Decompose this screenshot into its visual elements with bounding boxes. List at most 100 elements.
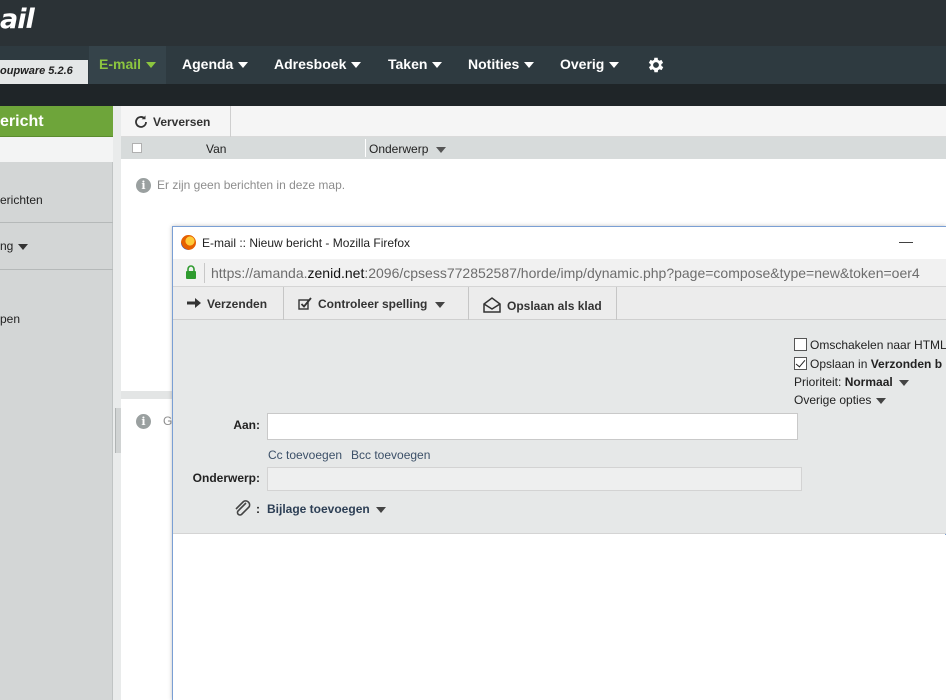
window-title: E-mail :: Nieuw bericht - Mozilla Firefo… <box>202 236 411 250</box>
lock-icon <box>186 265 196 279</box>
sidebar-item-folders[interactable]: pen <box>0 312 20 326</box>
html-toggle-checkbox[interactable] <box>794 338 807 351</box>
menu-agenda-label: Agenda <box>182 56 234 72</box>
send-label: Verzenden <box>207 297 268 311</box>
compose-header-area: Omschakelen naar HTML Opslaan in Verzond… <box>173 320 946 534</box>
new-message-button[interactable]: ericht <box>0 106 113 137</box>
add-cc-link[interactable]: Cc toevoegen <box>268 448 342 462</box>
menubar-shadow-strip <box>0 84 946 106</box>
column-from[interactable]: Van <box>206 142 226 156</box>
save-sent-checkbox[interactable] <box>794 357 807 370</box>
chevron-down-icon <box>146 62 157 69</box>
to-label: Aan: <box>233 418 260 432</box>
menu-notities[interactable]: Notities <box>468 46 535 84</box>
chevron-down-icon <box>432 62 443 69</box>
refresh-label: Verversen <box>153 115 211 129</box>
info-icon: i <box>136 414 151 429</box>
add-attachment-link[interactable]: Bijlage toevoegen <box>267 502 386 516</box>
menu-taken[interactable]: Taken <box>388 46 443 84</box>
priority-label: Prioriteit: <box>794 375 845 389</box>
info-icon: i <box>136 178 151 193</box>
chevron-down-icon <box>238 62 249 69</box>
menu-agenda[interactable]: Agenda <box>182 46 249 84</box>
compose-toolbar: Verzenden Controleer spelling Opslaan al… <box>173 287 946 320</box>
chevron-down-icon <box>435 301 446 308</box>
priority-option[interactable]: Prioriteit: Normaal <box>794 375 909 389</box>
paperclip-icon <box>235 500 251 516</box>
app-logo: ail <box>0 4 35 35</box>
chevron-down-icon <box>898 379 909 386</box>
menu-adresboek-label: Adresboek <box>274 56 347 72</box>
column-divider <box>365 139 366 157</box>
menu-overig-label: Overig <box>560 56 605 72</box>
chevron-down-icon <box>18 243 29 250</box>
url-text[interactable]: https://amanda.zenid.net:2096/cpsess7728… <box>211 265 920 281</box>
save-draft-label: Opslaan als klad <box>507 299 602 313</box>
url-rest: :2096/cpsess772852587/horde/imp/dynamic.… <box>364 265 920 281</box>
firefox-icon <box>181 235 196 250</box>
chevron-down-icon <box>524 62 535 69</box>
minimize-button[interactable]: — <box>899 233 913 249</box>
url-prefix: https://amanda. <box>211 265 308 281</box>
version-label: oupware 5.2.6 <box>0 60 88 84</box>
arrow-right-icon <box>187 298 201 308</box>
chevron-down-icon <box>876 397 887 404</box>
list-header: Van Onderwerp <box>121 137 946 159</box>
refresh-button[interactable]: Verversen <box>121 106 231 137</box>
envelope-open-icon <box>483 297 501 313</box>
menu-email-label: E-mail <box>99 56 142 72</box>
save-sent-option[interactable]: Opslaan in Verzonden b <box>794 357 942 371</box>
sidebar-blank-row <box>0 137 113 162</box>
url-divider <box>204 263 205 283</box>
html-toggle-option[interactable]: Omschakelen naar HTML <box>794 338 946 352</box>
empty-list-message: Er zijn geen berichten in deze map. <box>157 178 346 192</box>
chevron-down-icon <box>375 506 386 513</box>
subject-label: Onderwerp: <box>192 471 260 485</box>
url-domain: zenid.net <box>307 265 365 281</box>
sidebar-divider <box>0 269 113 270</box>
pane-splitter[interactable] <box>115 408 121 453</box>
column-subject[interactable]: Onderwerp <box>369 142 447 156</box>
menu-taken-label: Taken <box>388 56 428 72</box>
sidebar-divider <box>0 222 113 223</box>
send-button[interactable]: Verzenden <box>173 287 284 320</box>
sidebar-item-dropdown-label: ng <box>0 239 14 253</box>
select-all-checkbox[interactable] <box>132 143 142 153</box>
attach-separator: : <box>256 502 260 516</box>
preview-message: G <box>163 414 173 428</box>
menu-email[interactable]: E-mail <box>89 46 167 84</box>
html-toggle-label: Omschakelen naar HTML <box>810 338 946 352</box>
add-attachment-label: Bijlage toevoegen <box>267 502 370 516</box>
save-sent-folder: Verzonden b <box>870 357 943 371</box>
gear-icon[interactable] <box>646 55 666 75</box>
spellcheck-icon <box>298 297 312 310</box>
list-toolbar: Verversen <box>121 106 946 137</box>
subject-input[interactable] <box>267 467 802 491</box>
url-bar[interactable]: https://amanda.zenid.net:2096/cpsess7728… <box>173 259 946 287</box>
chevron-down-icon <box>351 62 362 69</box>
other-options[interactable]: Overige opties <box>794 393 887 407</box>
refresh-icon <box>135 115 147 128</box>
sidebar-item-messages[interactable]: erichten <box>0 193 43 207</box>
other-options-label: Overige opties <box>794 393 872 407</box>
sidebar: ericht erichten ng pen <box>0 106 113 700</box>
sidebar-item-dropdown[interactable]: ng <box>0 239 29 253</box>
spellcheck-label: Controleer spelling <box>318 297 428 311</box>
spellcheck-button[interactable]: Controleer spelling <box>284 287 469 320</box>
save-sent-prefix: Opslaan in <box>810 357 871 371</box>
window-titlebar: E-mail :: Nieuw bericht - Mozilla Firefo… <box>173 227 946 259</box>
app-header: ail <box>0 0 946 46</box>
compose-window: E-mail :: Nieuw bericht - Mozilla Firefo… <box>172 226 946 700</box>
to-input[interactable] <box>267 413 798 440</box>
menu-notities-label: Notities <box>468 56 520 72</box>
chevron-down-icon <box>609 62 620 69</box>
sort-arrow-icon <box>436 146 447 153</box>
menu-adresboek[interactable]: Adresboek <box>274 46 362 84</box>
add-bcc-link[interactable]: Bcc toevoegen <box>351 448 430 462</box>
menu-overig[interactable]: Overig <box>560 46 620 84</box>
message-body-editor[interactable] <box>173 535 946 700</box>
priority-value: Normaal <box>844 375 893 389</box>
save-draft-button[interactable]: Opslaan als klad <box>469 287 617 320</box>
column-subject-label: Onderwerp <box>369 142 429 156</box>
main-menubar: oupware 5.2.6 E-mail Agenda Adresboek Ta… <box>0 46 946 84</box>
